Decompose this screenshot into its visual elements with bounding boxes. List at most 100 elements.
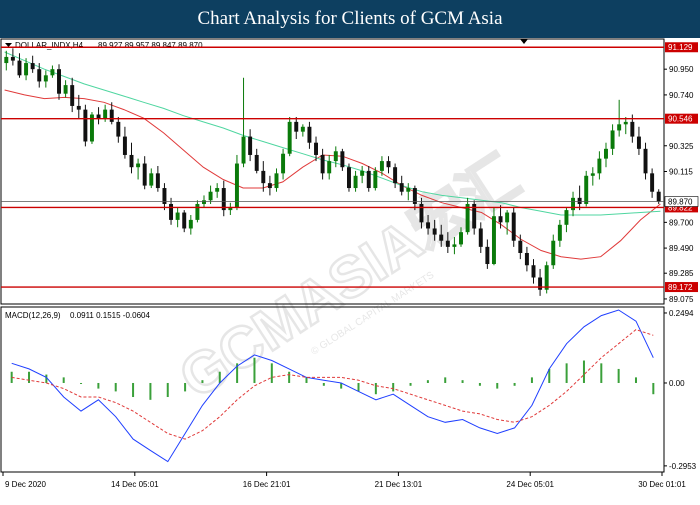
candle-body bbox=[623, 121, 628, 125]
candle bbox=[524, 246, 529, 272]
candle-body bbox=[643, 148, 648, 174]
candle-body bbox=[70, 85, 75, 106]
macd-histogram-bar bbox=[218, 371, 221, 383]
candle-body bbox=[37, 69, 42, 82]
candle bbox=[96, 107, 101, 125]
macd-histogram-bar bbox=[461, 380, 464, 383]
macd-histogram-bar bbox=[357, 382, 360, 392]
candle bbox=[564, 207, 569, 233]
candle-body bbox=[373, 170, 378, 189]
macd-histogram-bar bbox=[652, 382, 655, 395]
candle-body bbox=[10, 56, 15, 61]
candle bbox=[386, 156, 391, 174]
macd-histogram-bar bbox=[184, 382, 187, 392]
candle bbox=[254, 148, 259, 174]
macd-histogram-bar bbox=[513, 382, 516, 386]
price-tick-label: 89.490 bbox=[669, 244, 694, 253]
candle bbox=[287, 116, 292, 157]
macd-tick-label: -0.2953 bbox=[669, 462, 697, 471]
candle-body bbox=[538, 277, 543, 290]
candle-body bbox=[254, 154, 259, 171]
candle-body bbox=[314, 142, 319, 155]
candle bbox=[267, 175, 272, 196]
candle bbox=[17, 53, 22, 78]
candle-body bbox=[577, 197, 582, 204]
candle-body bbox=[142, 163, 147, 186]
candle-body bbox=[136, 163, 141, 168]
macd-histogram-bar bbox=[444, 377, 447, 383]
ohlc-readout: 89.927 89.957 89.847 89.870 bbox=[98, 41, 203, 50]
candle-body bbox=[149, 173, 154, 186]
price-tick-label: 89.700 bbox=[669, 218, 694, 227]
candle-body bbox=[399, 183, 404, 192]
candle-body bbox=[175, 212, 180, 220]
candle-body bbox=[511, 212, 516, 241]
candle bbox=[30, 55, 35, 73]
candle bbox=[10, 48, 15, 66]
candle-body bbox=[182, 212, 187, 229]
candle bbox=[353, 170, 358, 192]
candle-body bbox=[584, 175, 589, 204]
candle-body bbox=[234, 163, 239, 208]
macd-histogram-bar bbox=[374, 382, 377, 395]
macd-histogram-bar bbox=[600, 363, 603, 383]
candle bbox=[43, 70, 48, 88]
candle-body bbox=[465, 203, 470, 233]
candle-body bbox=[459, 232, 463, 245]
candle bbox=[557, 219, 562, 247]
candle bbox=[83, 104, 88, 147]
candle bbox=[241, 77, 246, 168]
candle bbox=[228, 202, 233, 215]
slow-moving-average-line bbox=[4, 51, 661, 216]
candle bbox=[511, 207, 516, 247]
candle-body bbox=[564, 210, 569, 225]
price-tick-label: 90.740 bbox=[669, 91, 694, 100]
macd-histogram-bar bbox=[305, 377, 308, 383]
candle-body bbox=[366, 170, 371, 189]
candle-body bbox=[630, 121, 635, 137]
macd-tick-label: 0.2494 bbox=[669, 309, 694, 318]
candle-body bbox=[122, 136, 127, 155]
macd-histogram-bar bbox=[617, 368, 620, 383]
candle-body bbox=[604, 148, 608, 159]
candle-body bbox=[617, 124, 622, 131]
candle bbox=[636, 126, 641, 155]
macd-histogram-bar bbox=[114, 382, 117, 392]
candle bbox=[155, 165, 160, 192]
level-price-label: 89.172 bbox=[668, 283, 693, 292]
macd-tick-label: 0.00 bbox=[669, 379, 685, 388]
candle bbox=[149, 168, 154, 189]
time-tick-label: 14 Dec 05:01 bbox=[111, 480, 159, 489]
candle-body bbox=[96, 114, 101, 119]
candle-body bbox=[195, 203, 200, 220]
candle-body bbox=[169, 203, 174, 220]
candle-body bbox=[215, 188, 220, 192]
candle bbox=[491, 207, 496, 266]
candle bbox=[221, 180, 226, 217]
candle bbox=[393, 163, 398, 189]
candle bbox=[281, 148, 286, 180]
price-tick-label: 90.325 bbox=[669, 142, 694, 151]
candle-body bbox=[531, 265, 536, 278]
macd-readout: 0.0911 0.1515 -0.0604 bbox=[70, 311, 150, 320]
candle bbox=[300, 124, 305, 137]
candle-body bbox=[426, 222, 431, 229]
candle-body bbox=[307, 126, 312, 143]
price-axis: 90.950 90.740 90.325 90.115 89.700 89.490 89.2… bbox=[664, 65, 694, 304]
candle bbox=[551, 234, 556, 269]
candle-body bbox=[498, 216, 503, 223]
candle bbox=[577, 185, 582, 211]
candle-body bbox=[360, 170, 365, 176]
candle-body bbox=[294, 121, 299, 132]
candle bbox=[50, 65, 55, 78]
candle-body bbox=[478, 228, 483, 247]
candle bbox=[571, 191, 576, 217]
price-tick-label: 89.285 bbox=[669, 269, 694, 278]
time-tick-label: 24 Dec 05:01 bbox=[506, 480, 554, 489]
candle-body bbox=[544, 265, 549, 290]
candle bbox=[399, 175, 404, 196]
candle bbox=[195, 200, 200, 223]
candle-body bbox=[386, 161, 391, 168]
candle bbox=[215, 183, 220, 198]
candle-body bbox=[274, 173, 279, 189]
